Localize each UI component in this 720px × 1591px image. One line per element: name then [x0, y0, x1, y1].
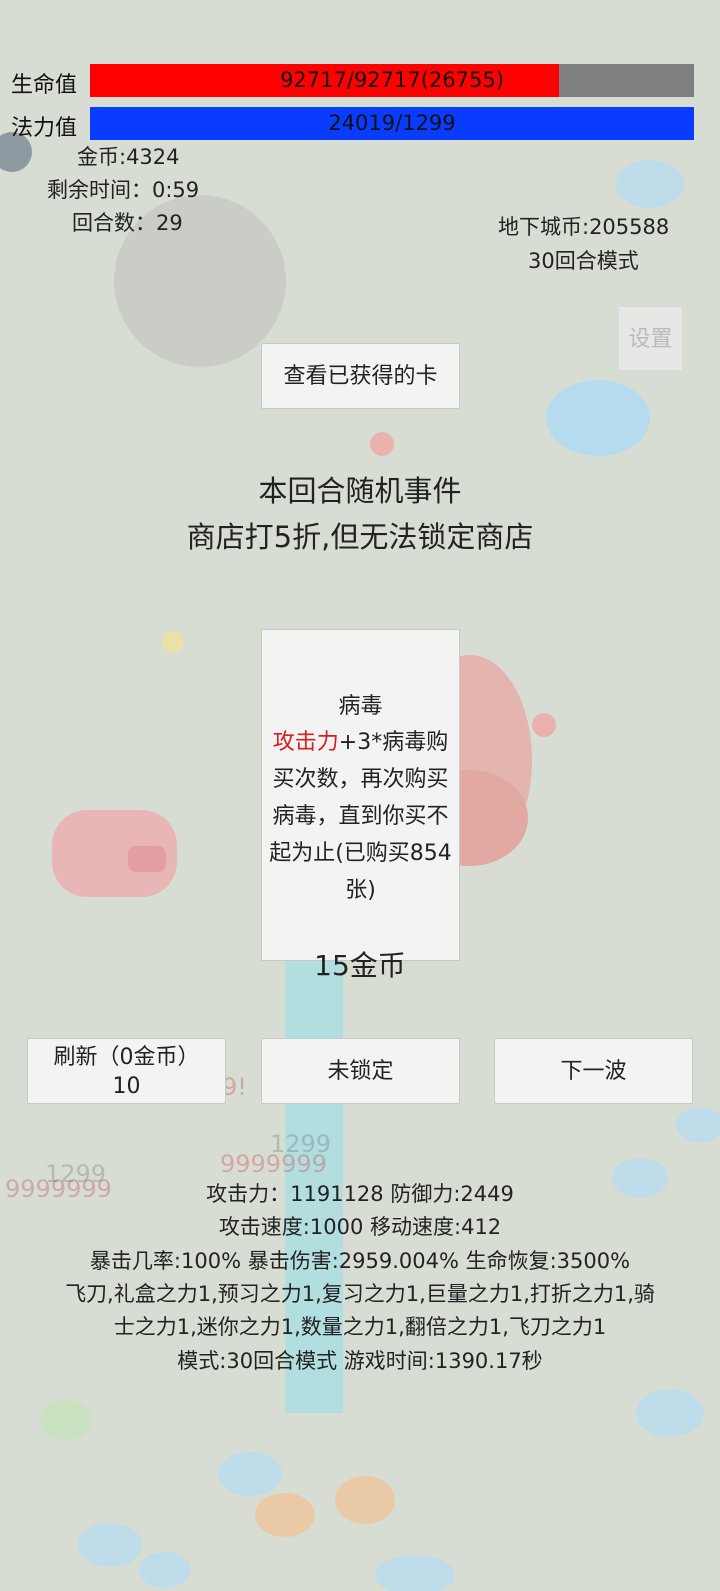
refresh-label: 刷新（0金币） — [53, 1045, 200, 1070]
view-cards-button[interactable]: 查看已获得的卡 — [261, 343, 460, 409]
hp-label: 生命值 — [11, 73, 78, 98]
mp-text: 24019/1299 — [328, 111, 456, 135]
stats-attack-defense: 攻击力：1191128 防御力:2449 — [206, 1182, 514, 1206]
event-title: 本回合随机事件 — [258, 474, 462, 508]
round-counter: 回合数：29 — [72, 211, 183, 235]
event-description: 商店打5折,但无法锁定商店 — [186, 520, 534, 554]
stats-cards-line1: 飞刀,礼盒之力1,预习之力1,复习之力1,巨量之力1,打折之力1,骑 — [65, 1282, 655, 1306]
stats-mode-time: 模式:30回合模式 游戏时间:1390.17秒 — [177, 1349, 543, 1373]
card-price: 15金币 — [314, 949, 406, 982]
card-description: 攻击力+3*病毒购买次数，再次购买病毒，直到你买不起为止(已购买854张) — [264, 724, 457, 909]
card-keyword: 攻击力 — [272, 730, 339, 755]
card-name: 病毒 — [338, 694, 383, 719]
shop-card[interactable]: 病毒 攻击力+3*病毒购买次数，再次购买病毒，直到你买不起为止(已购买854张) — [261, 629, 460, 961]
dungeon-coins: 地下城币:205588 — [498, 215, 670, 239]
slime-sprite — [546, 380, 650, 456]
pig-sprite — [52, 810, 177, 897]
refresh-count: 10 — [112, 1074, 141, 1099]
hp-text: 92717/92717(26755) — [280, 68, 504, 92]
mp-label: 法力值 — [11, 116, 78, 141]
time-left: 剩余时间：0:59 — [47, 178, 200, 202]
stats-speed: 攻击速度:1000 移动速度:412 — [218, 1215, 502, 1239]
lock-button[interactable]: 未锁定 — [261, 1038, 460, 1104]
hp-bar: 92717/92717(26755) — [90, 64, 694, 97]
card-description-text: +3*病毒购买次数，再次购买病毒，直到你买不起为止(已购买854张) — [269, 730, 452, 903]
bg-number: 9999999 — [220, 1150, 327, 1178]
stats-cards-line2: 士之力1,迷你之力1,数量之力1,翻倍之力1,飞刀之力1 — [113, 1315, 607, 1339]
mode-label: 30回合模式 — [528, 249, 639, 273]
settings-button[interactable]: 设置 — [618, 306, 683, 371]
next-wave-button[interactable]: 下一波 — [494, 1038, 693, 1104]
refresh-button[interactable]: 刷新（0金币） 10 — [27, 1038, 226, 1104]
bg-number: 1299 — [270, 1130, 332, 1158]
mp-bar: 24019/1299 — [90, 107, 694, 140]
gold-counter: 金币:4324 — [77, 145, 180, 169]
stats-crit-regen: 暴击几率:100% 暴击伤害:2959.004% 生命恢复:3500% — [89, 1249, 631, 1273]
